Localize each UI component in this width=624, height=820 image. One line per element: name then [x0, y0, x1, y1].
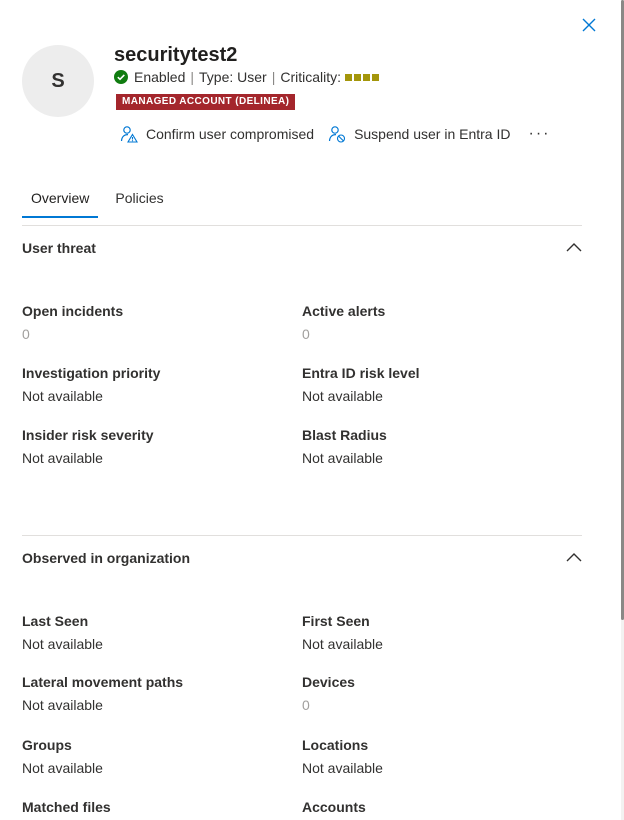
field-first-seen: First Seen Not available: [302, 612, 572, 653]
section-title-observed[interactable]: Observed in organization: [22, 550, 190, 566]
criticality-indicator: [345, 73, 380, 81]
field-value: 0: [22, 326, 30, 342]
section-title-user-threat[interactable]: User threat: [22, 240, 96, 256]
check-circle-icon: [114, 70, 128, 84]
action-bar: Confirm user compromised Suspend user in…: [120, 125, 550, 143]
field-value: Not available: [22, 697, 103, 713]
field-open-incidents: Open incidents 0: [22, 302, 292, 343]
tabs-divider: [22, 225, 582, 226]
field-label: Investigation priority: [22, 365, 161, 381]
criticality-label: Criticality:: [280, 69, 342, 85]
separator: |: [190, 69, 195, 85]
field-label: Groups: [22, 737, 72, 753]
field-matched-files: Matched files: [22, 798, 292, 816]
separator: |: [271, 69, 276, 85]
field-value: Not available: [22, 388, 103, 404]
field-value: 0: [302, 697, 310, 713]
more-options-button[interactable]: ···: [528, 125, 550, 143]
field-label: Entra ID risk level: [302, 365, 420, 381]
section-divider: [22, 535, 582, 536]
field-label: Blast Radius: [302, 427, 387, 443]
field-value: Not available: [302, 388, 383, 404]
status-text: Enabled: [134, 69, 186, 85]
type-text: Type: User: [199, 69, 267, 85]
field-label: Devices: [302, 674, 355, 690]
field-value: Not available: [22, 760, 103, 776]
field-label: First Seen: [302, 613, 370, 629]
field-value: Not available: [302, 636, 383, 652]
suspend-user-label: Suspend user in Entra ID: [354, 126, 511, 142]
tab-policies[interactable]: Policies: [106, 188, 172, 218]
field-label: Locations: [302, 737, 369, 753]
confirm-compromised-button[interactable]: Confirm user compromised: [120, 125, 314, 143]
field-investigation-priority: Investigation priority Not available: [22, 364, 292, 405]
chevron-up-icon[interactable]: [565, 551, 583, 563]
field-value: 0: [302, 326, 310, 342]
field-accounts: Accounts: [302, 798, 572, 816]
field-label: Accounts: [302, 799, 366, 815]
field-label: Matched files: [22, 799, 111, 815]
field-label: Open incidents: [22, 303, 124, 319]
field-label: Active alerts: [302, 303, 386, 319]
user-status-line: Enabled | Type: User | Criticality:: [114, 69, 380, 85]
field-value: Not available: [22, 450, 103, 466]
field-value: Not available: [302, 760, 383, 776]
avatar: S: [22, 45, 94, 117]
chevron-up-icon[interactable]: [565, 241, 583, 253]
field-value: Not available: [22, 636, 103, 652]
field-label: Last Seen: [22, 613, 89, 629]
tab-overview[interactable]: Overview: [22, 188, 99, 218]
suspend-user-button[interactable]: Suspend user in Entra ID: [328, 125, 510, 143]
confirm-compromised-label: Confirm user compromised: [146, 126, 315, 142]
field-value: Not available: [302, 450, 383, 466]
field-devices: Devices 0: [302, 673, 572, 714]
field-label: Lateral movement paths: [22, 674, 184, 690]
field-last-seen: Last Seen Not available: [22, 612, 292, 653]
field-locations: Locations Not available: [302, 736, 572, 777]
field-groups: Groups Not available: [22, 736, 292, 777]
user-name: securitytest2: [114, 44, 238, 66]
field-label: Insider risk severity: [22, 427, 154, 443]
field-lateral-movement-paths: Lateral movement paths Not available: [22, 673, 292, 714]
close-icon[interactable]: [580, 16, 598, 34]
field-entra-risk-level: Entra ID risk level Not available: [302, 364, 572, 405]
field-active-alerts: Active alerts 0: [302, 302, 572, 343]
tab-bar: Overview Policies: [22, 188, 173, 218]
user-block-icon: [328, 126, 346, 143]
field-blast-radius: Blast Radius Not available: [302, 426, 572, 467]
managed-account-badge: MANAGED ACCOUNT (DELINEA): [116, 94, 296, 110]
field-insider-risk-severity: Insider risk severity Not available: [22, 426, 292, 467]
user-warning-icon: [120, 126, 138, 143]
